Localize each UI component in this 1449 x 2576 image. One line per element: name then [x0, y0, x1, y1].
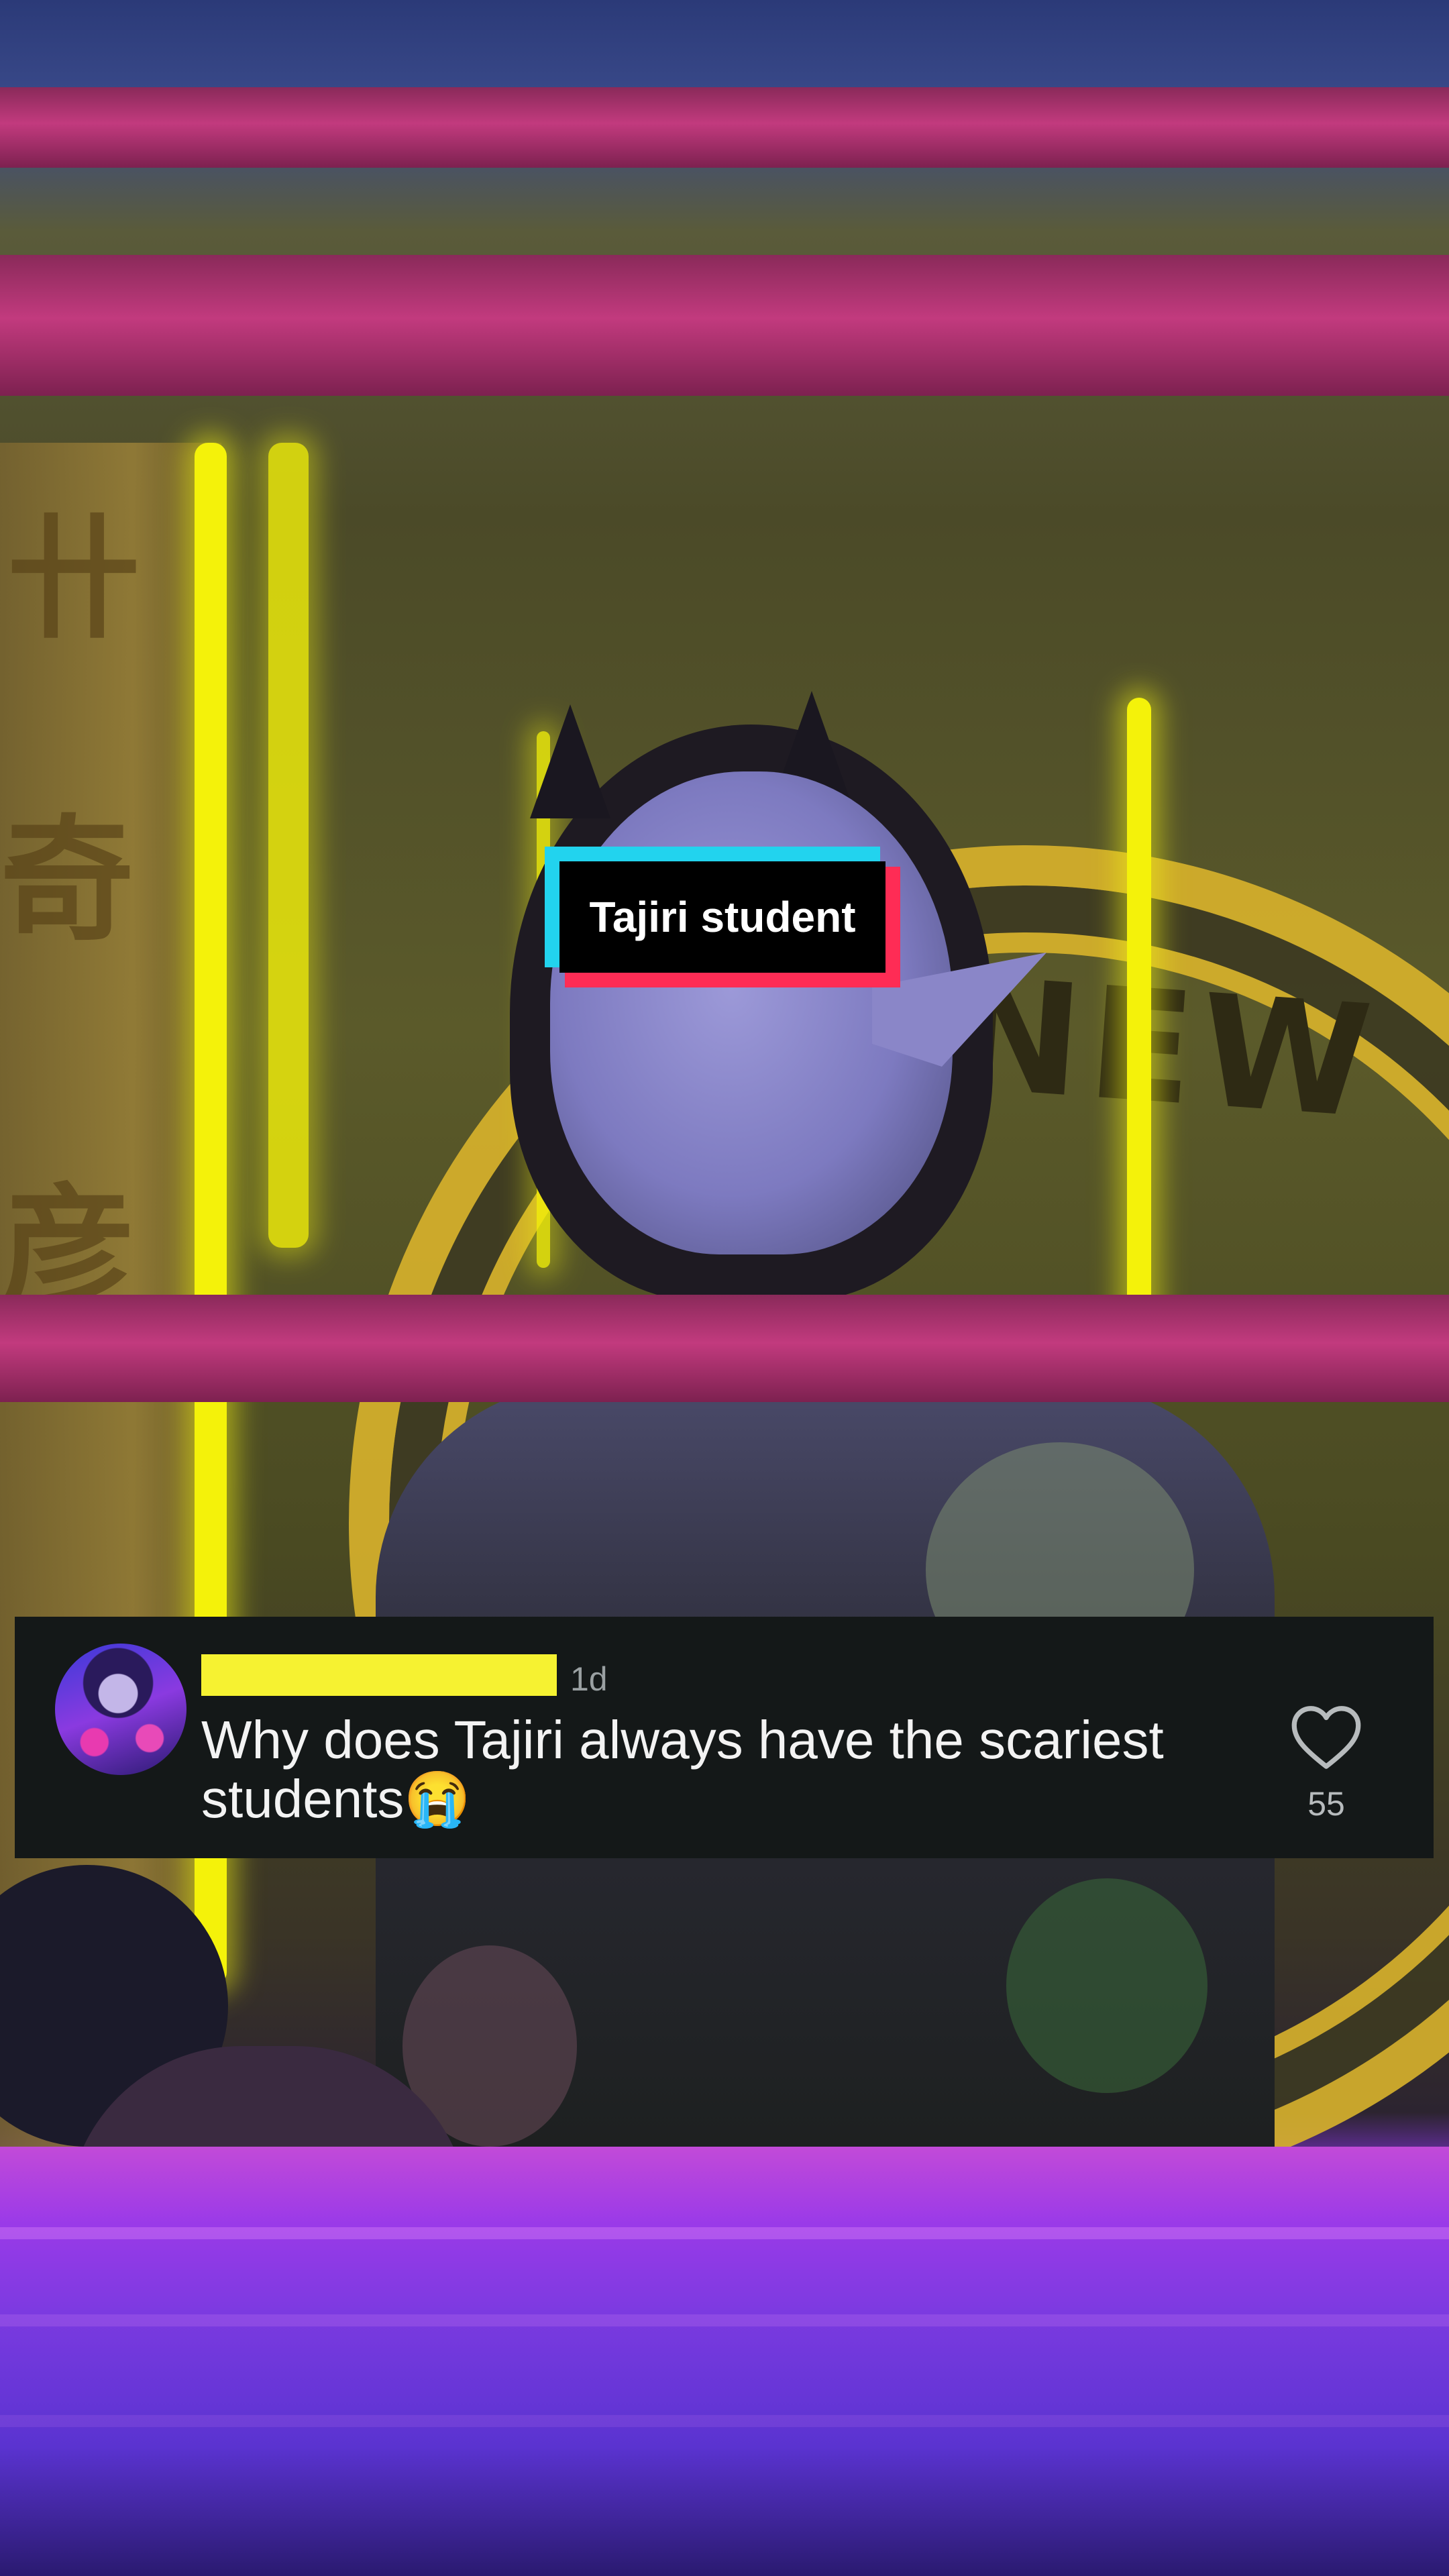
sticker-text: Tajiri student [589, 893, 856, 941]
text-sticker[interactable]: Tajiri student [545, 847, 900, 987]
sticker-face: Tajiri student [559, 861, 885, 973]
like-count: 55 [1307, 1785, 1345, 1823]
like-button[interactable] [1289, 1704, 1363, 1771]
video-viewer[interactable]: 卄 奇 彦 NEW Tajiri student 1d Why does Taj… [0, 0, 1449, 2576]
ring-highlight [0, 2227, 1449, 2239]
wall-glyph: 奇 [0, 803, 135, 959]
heart-outline-icon [1291, 1706, 1361, 1769]
video-frame[interactable]: 卄 奇 彦 NEW [0, 0, 1449, 2576]
ring-rope [0, 255, 1449, 396]
wall-glyph: 卄 [7, 501, 142, 657]
kimono-pattern [1006, 1878, 1208, 2093]
neon-light [1127, 698, 1151, 1368]
comment-timestamp: 1d [570, 1660, 608, 1698]
neon-light [268, 443, 309, 1248]
avatar[interactable] [55, 1644, 186, 1775]
ring-rope [0, 87, 1449, 168]
ring-rope [0, 1295, 1449, 1402]
performer-horn [530, 704, 610, 818]
comment-text: Why does Tajiri always have the scariest… [201, 1710, 1164, 1829]
ring-apron [0, 2147, 1449, 2576]
ring-highlight [0, 2314, 1449, 2326]
comment-reply-card[interactable]: 1d Why does Tajiri always have the scari… [15, 1617, 1434, 1858]
username-redaction [201, 1654, 557, 1696]
ring-highlight [0, 2415, 1449, 2427]
